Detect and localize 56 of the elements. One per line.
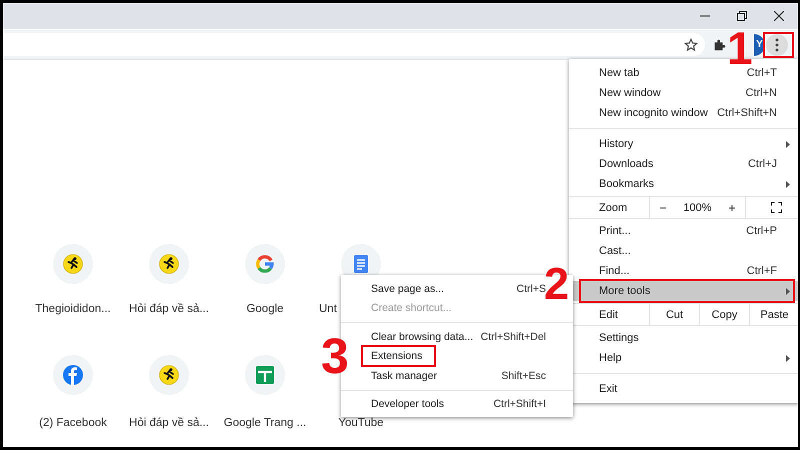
shortcut-label[interactable]: Hỏi đáp về sả... — [129, 303, 209, 315]
runner-icon — [63, 254, 83, 274]
submenu-arrow-icon — [786, 140, 790, 148]
runner-icon — [159, 365, 179, 385]
menu-item[interactable]: New tab Ctrl+T — [569, 63, 798, 83]
zoom-label: Zoom — [598, 200, 628, 216]
submenu-arrow-icon — [786, 180, 790, 188]
close-icon[interactable] — [774, 11, 784, 21]
submenu-arrow-icon — [786, 354, 790, 362]
shortcut-tile[interactable] — [149, 244, 189, 284]
shortcut-tile[interactable] — [149, 355, 189, 395]
menu-item[interactable]: Cast... — [569, 241, 798, 261]
shortcut-label[interactable]: Thegioididon... — [35, 303, 111, 315]
edit-label: Edit — [598, 308, 619, 322]
shortcut-tile[interactable] — [53, 355, 93, 395]
menu-item[interactable]: Developer tools Ctrl+Shift+I — [341, 394, 546, 414]
shortcut-label[interactable]: Unt — [319, 303, 337, 315]
shortcut-label[interactable]: Google — [246, 303, 284, 315]
restore-icon[interactable] — [737, 11, 747, 21]
multicolor-ring-icon — [255, 254, 275, 274]
round-logo-icon — [63, 365, 83, 385]
menu-item[interactable]: Exit — [569, 379, 798, 399]
shortcut-tile[interactable] — [245, 244, 285, 284]
step-number: 3 — [321, 331, 349, 381]
menu-icon — [775, 38, 779, 52]
fullscreen-icon — [771, 202, 782, 213]
shortcut-tile[interactable] — [245, 355, 285, 395]
menu-button[interactable] — [766, 34, 788, 56]
menu-item[interactable]: Find... Ctrl+F — [569, 261, 798, 281]
menu-item[interactable]: Help — [569, 348, 798, 368]
shortcut-tile[interactable] — [53, 244, 93, 284]
runner-icon — [159, 254, 179, 274]
sheet-icon — [255, 365, 275, 385]
cut-button[interactable]: Cut — [649, 304, 699, 325]
menu-item[interactable]: Bookmarks — [569, 174, 798, 194]
submenu-arrow-icon — [786, 288, 790, 294]
menu-item[interactable]: New window Ctrl+N — [569, 83, 798, 103]
copy-button[interactable]: Copy — [699, 304, 749, 325]
paste-button[interactable]: Paste — [749, 304, 798, 325]
menu-item[interactable]: Downloads Ctrl+J — [569, 154, 798, 174]
shortcut-label[interactable]: Google Trang ... — [224, 417, 306, 429]
zoom-value: 100% — [682, 202, 713, 214]
zoom-in-button[interactable]: + — [719, 200, 745, 214]
step-number: 2 — [544, 261, 570, 306]
shortcut-label[interactable]: YouTube — [338, 417, 384, 429]
shortcut-label[interactable]: Hỏi đáp về sả... — [129, 417, 209, 429]
menu-item[interactable]: New incognito window Ctrl+Shift+N — [569, 103, 798, 123]
zoom-out-button[interactable]: − — [650, 200, 676, 214]
shortcut-label[interactable]: (2) Facebook — [39, 417, 107, 429]
menu-item[interactable]: History — [569, 134, 798, 154]
menu-item[interactable]: Save page as... Ctrl+S — [341, 279, 546, 298]
menu-item[interactable]: Print... Ctrl+P — [569, 221, 798, 241]
star-icon[interactable] — [684, 38, 698, 52]
menu-item[interactable]: Settings — [569, 328, 798, 348]
document-icon — [351, 254, 371, 274]
puzzle-icon[interactable] — [713, 38, 727, 52]
